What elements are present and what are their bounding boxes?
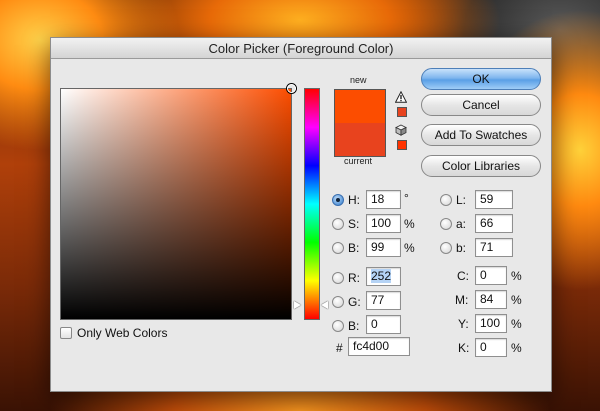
magenta-unit: %	[511, 293, 522, 307]
lightness-radio[interactable]	[440, 194, 452, 206]
brightness-label: B:	[348, 241, 360, 255]
cyan-label: C:	[457, 269, 469, 283]
a-channel-field[interactable]: 66	[475, 214, 513, 233]
yellow-unit: %	[511, 317, 522, 331]
b-channel-label: b:	[456, 241, 467, 255]
ok-button[interactable]: OK	[421, 68, 541, 90]
hue-radio[interactable]	[332, 194, 344, 206]
a-channel-radio[interactable]	[440, 218, 452, 230]
b-channel-radio[interactable]	[440, 242, 452, 254]
magenta-label: M:	[455, 293, 469, 307]
cyan-unit: %	[511, 269, 522, 283]
saturation-field[interactable]: 100	[366, 214, 401, 233]
green-field[interactable]: 77	[366, 291, 401, 310]
hue-slider-handle-left[interactable]	[294, 301, 301, 309]
magenta-field[interactable]: 84	[475, 290, 507, 309]
current-color-swatch[interactable]	[334, 123, 386, 157]
hex-field[interactable]: fc4d00	[348, 337, 410, 356]
cancel-button[interactable]: Cancel	[421, 94, 541, 116]
cyan-field[interactable]: 0	[475, 266, 507, 285]
hue-unit: °	[404, 191, 409, 205]
saturation-unit: %	[404, 217, 415, 231]
red-field[interactable]: 252	[366, 267, 401, 286]
only-web-colors-checkbox[interactable]	[60, 327, 72, 339]
hue-slider-handle-right[interactable]	[321, 301, 328, 309]
cube-icon[interactable]	[395, 124, 407, 136]
color-picker-dialog: Color Picker (Foreground Color) new curr…	[50, 37, 552, 392]
hue-field[interactable]: 18	[366, 190, 401, 209]
hex-label: #	[336, 341, 343, 355]
brightness-field[interactable]: 99	[366, 238, 401, 257]
black-field[interactable]: 0	[475, 338, 507, 357]
saturation-radio[interactable]	[332, 218, 344, 230]
hue-slider[interactable]	[304, 88, 320, 320]
color-field[interactable]	[60, 84, 296, 320]
saturation-label: S:	[348, 217, 360, 231]
red-value: 252	[371, 269, 392, 283]
green-radio[interactable]	[332, 296, 344, 308]
web-safe-swatch[interactable]	[397, 140, 407, 150]
brightness-radio[interactable]	[332, 242, 344, 254]
yellow-field[interactable]: 100	[475, 314, 507, 333]
new-swatch-label: new	[350, 75, 367, 85]
only-web-colors-label: Only Web Colors	[77, 326, 168, 340]
black-unit: %	[511, 341, 522, 355]
blue-label: B:	[348, 319, 360, 333]
red-label: R:	[348, 271, 360, 285]
add-to-swatches-button[interactable]: Add To Swatches	[421, 124, 541, 146]
new-color-swatch	[334, 89, 386, 123]
warning-triangle-icon[interactable]	[395, 91, 407, 103]
green-label: G:	[348, 295, 361, 309]
yellow-label: Y:	[458, 317, 469, 331]
black-label: K:	[458, 341, 470, 355]
dialog-title: Color Picker (Foreground Color)	[51, 38, 551, 59]
brightness-unit: %	[404, 241, 415, 255]
hue-label: H:	[348, 193, 360, 207]
red-radio[interactable]	[332, 272, 344, 284]
color-libraries-button[interactable]: Color Libraries	[421, 155, 541, 177]
lightness-label: L:	[456, 193, 467, 207]
gamut-warning-swatch[interactable]	[397, 107, 407, 117]
a-channel-label: a:	[456, 217, 467, 231]
b-channel-field[interactable]: 71	[475, 238, 513, 257]
blue-field[interactable]: 0	[366, 315, 401, 334]
lightness-field[interactable]: 59	[475, 190, 513, 209]
blue-radio[interactable]	[332, 320, 344, 332]
current-swatch-label: current	[344, 156, 373, 166]
color-field-marker[interactable]	[287, 84, 296, 93]
